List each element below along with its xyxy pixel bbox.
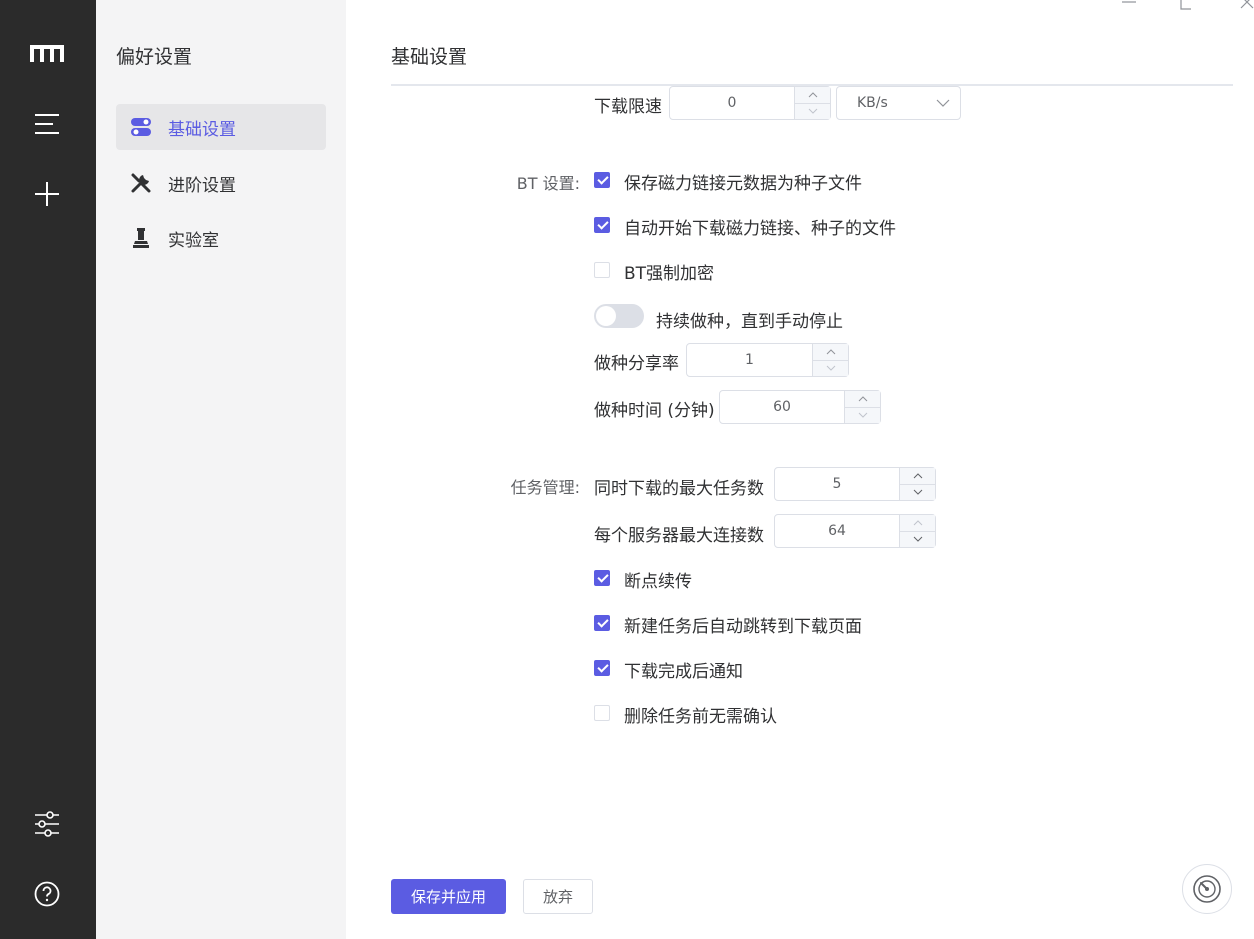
no-confirm-delete-label[interactable]: 删除任务前无需确认 <box>624 702 777 727</box>
no-confirm-delete-checkbox[interactable] <box>594 705 610 721</box>
sidebar-item-lab[interactable]: 实验室 <box>116 215 326 261</box>
resume-checkbox[interactable] <box>594 570 610 586</box>
save-magnet-checkbox[interactable] <box>594 172 610 188</box>
max-concurrent-value[interactable]: 5 <box>775 468 899 500</box>
chevron-up-icon[interactable] <box>813 344 848 360</box>
speedometer-icon[interactable] <box>1182 864 1232 914</box>
sidebar-item-label: 进阶设置 <box>168 175 236 196</box>
maximize-icon[interactable] <box>1180 0 1196 10</box>
toggle-icon <box>130 116 152 138</box>
seed-ratio-stepper[interactable]: 1 <box>686 343 849 377</box>
sidebar-item-advanced[interactable]: 进阶设置 <box>116 160 326 206</box>
preferences-sidebar: 偏好设置 基础设置 进阶设置 实验室 <box>96 0 346 939</box>
chevron-down-icon[interactable] <box>900 530 935 547</box>
auto-start-checkbox[interactable] <box>594 217 610 233</box>
max-connections-value[interactable]: 64 <box>775 515 899 547</box>
keep-seeding-switch[interactable] <box>594 304 644 328</box>
add-icon[interactable] <box>30 177 64 211</box>
help-icon[interactable] <box>30 877 64 911</box>
save-apply-button[interactable]: 保存并应用 <box>391 879 506 914</box>
chevron-down-icon[interactable] <box>845 406 880 423</box>
download-speed-value[interactable]: 0 <box>670 87 794 119</box>
page-title: 基础设置 <box>391 46 468 68</box>
task-management-label: 任务管理: <box>510 478 580 497</box>
main-panel: 基础设置 下载限速 0 KB/s BT 设置: 保存磁力链接元数据为种子文件 自… <box>346 0 1254 939</box>
chevron-up-icon[interactable] <box>845 391 880 407</box>
chevron-up-icon[interactable] <box>900 515 935 531</box>
lab-icon <box>130 227 152 249</box>
seed-time-label: 做种时间 (分钟) <box>594 401 715 421</box>
seed-time-value[interactable]: 60 <box>720 391 844 423</box>
settings-icon[interactable] <box>30 807 64 841</box>
notify-checkbox[interactable] <box>594 660 610 676</box>
download-speed-stepper[interactable]: 0 <box>669 86 831 120</box>
chevron-down-icon <box>936 95 950 111</box>
close-icon[interactable] <box>1239 0 1254 10</box>
sidebar-item-label: 基础设置 <box>168 119 236 140</box>
seed-ratio-label: 做种分享率 <box>594 354 679 374</box>
chevron-down-icon[interactable] <box>813 359 848 376</box>
force-encrypt-label[interactable]: BT强制加密 <box>624 259 714 284</box>
app-rail <box>0 0 96 939</box>
menu-icon[interactable] <box>30 107 64 141</box>
tools-icon <box>130 172 152 194</box>
chevron-up-icon[interactable] <box>900 468 935 484</box>
download-speed-label: 下载限速 <box>594 97 662 117</box>
keep-seeding-label[interactable]: 持续做种，直到手动停止 <box>656 307 843 332</box>
sidebar-title: 偏好设置 <box>116 46 193 68</box>
seed-ratio-value[interactable]: 1 <box>687 344 812 376</box>
max-connections-label: 每个服务器最大连接数 <box>594 526 764 546</box>
auto-jump-checkbox[interactable] <box>594 615 610 631</box>
speed-unit-value: KB/s <box>857 95 888 111</box>
seed-time-stepper[interactable]: 60 <box>719 390 881 424</box>
logo-icon[interactable] <box>30 37 64 71</box>
bt-settings-label: BT 设置: <box>516 174 580 193</box>
notify-label[interactable]: 下载完成后通知 <box>624 657 743 682</box>
max-connections-stepper[interactable]: 64 <box>774 514 936 548</box>
discard-button[interactable]: 放弃 <box>523 879 593 914</box>
save-magnet-label[interactable]: 保存磁力链接元数据为种子文件 <box>624 169 862 194</box>
sidebar-item-label: 实验室 <box>168 230 219 251</box>
sidebar-item-basic[interactable]: 基础设置 <box>116 104 326 150</box>
auto-jump-label[interactable]: 新建任务后自动跳转到下载页面 <box>624 612 862 637</box>
max-concurrent-label: 同时下载的最大任务数 <box>594 479 764 499</box>
max-concurrent-stepper[interactable]: 5 <box>774 467 936 501</box>
speed-unit-select[interactable]: KB/s <box>836 86 961 120</box>
resume-label[interactable]: 断点续传 <box>624 567 692 592</box>
chevron-down-icon[interactable] <box>795 102 830 119</box>
auto-start-label[interactable]: 自动开始下载磁力链接、种子的文件 <box>624 214 896 239</box>
chevron-down-icon[interactable] <box>900 483 935 500</box>
minimize-icon[interactable] <box>1121 0 1137 10</box>
chevron-up-icon[interactable] <box>795 87 830 103</box>
force-encrypt-checkbox[interactable] <box>594 262 610 278</box>
